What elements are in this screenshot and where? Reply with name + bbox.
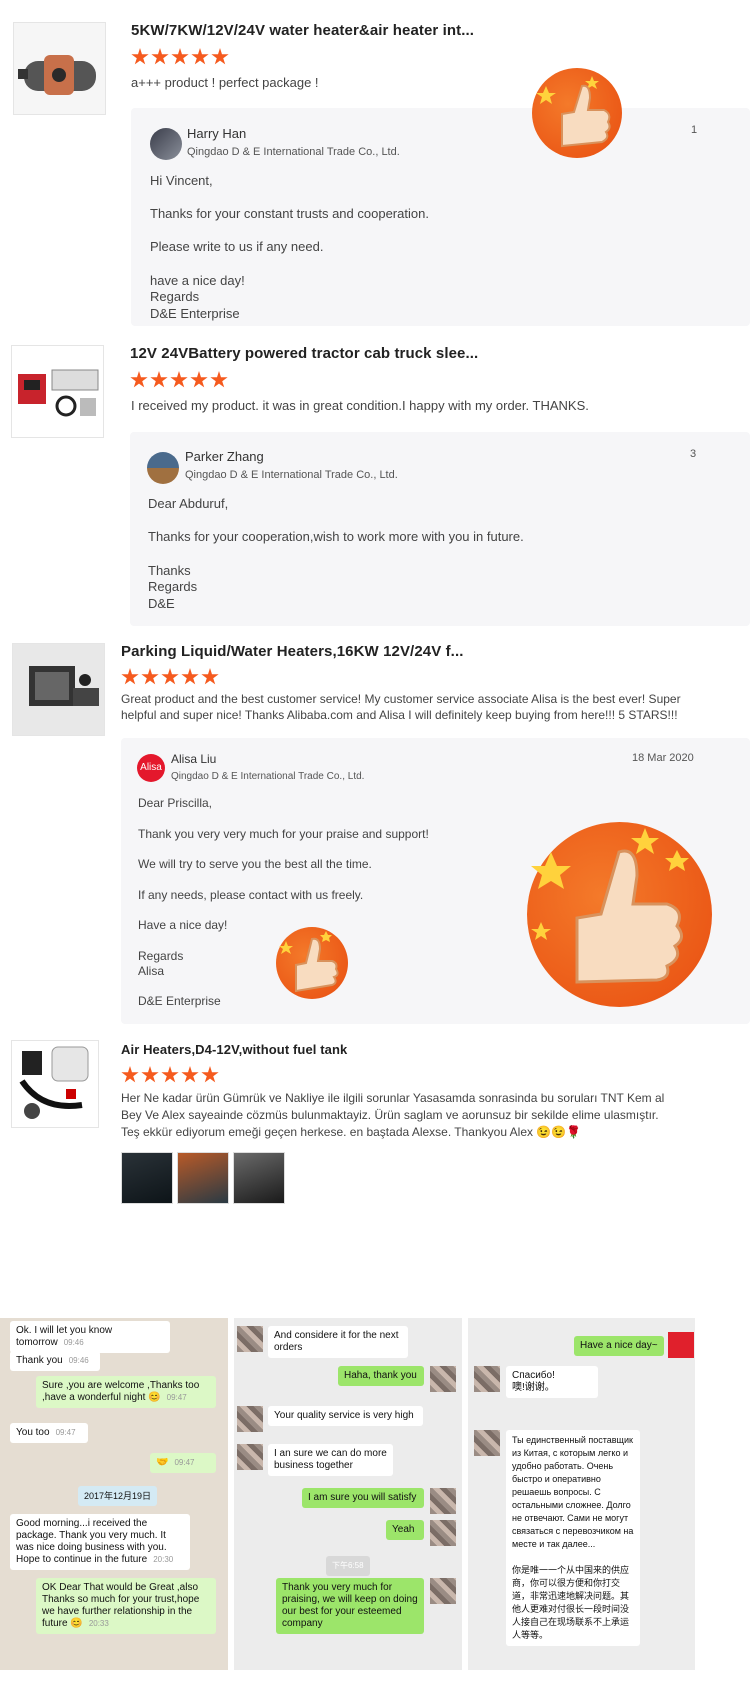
reply-line: Have a nice day!	[138, 918, 228, 932]
reply-line: Regards	[148, 579, 198, 594]
review-text: Great product and the best customer serv…	[121, 692, 681, 722]
chat-message: Haha, thank you	[338, 1366, 424, 1386]
reply-line: Dear Priscilla,	[138, 796, 213, 810]
rating-stars	[121, 668, 219, 686]
review-text: I received my product. it was in great c…	[131, 398, 589, 413]
reply-line: Hi Vincent,	[150, 173, 213, 188]
product-thumbnail[interactable]	[11, 345, 104, 438]
chat-message: Have a nice day~	[574, 1336, 664, 1356]
product-thumbnail[interactable]	[12, 643, 105, 736]
tractor-heater-kit-image	[18, 369, 99, 417]
chat-screenshot-wechat: Have a nice day~ Спасибо! 噢!谢谢。 Ты единст…	[468, 1318, 695, 1670]
rating-stars	[131, 48, 229, 66]
chat-date-divider: 2017年12月19日	[78, 1486, 158, 1506]
avatar	[237, 1444, 263, 1470]
reply-line: If any needs, please contact with us fre…	[138, 888, 364, 902]
review-photo[interactable]	[121, 1152, 173, 1204]
supplier-name: Harry Han	[187, 126, 247, 141]
chat-message: Thank you very much for praising, we wil…	[276, 1578, 424, 1634]
chat-message: I am sure you will satisfy	[302, 1488, 424, 1508]
review-photo[interactable]	[177, 1152, 229, 1204]
supplier-reply: Parker Zhang Qingdao D & E International…	[130, 432, 750, 626]
reply-line: Alisa	[138, 964, 165, 978]
product-title[interactable]: Parking Liquid/Water Heaters,16KW 12V/24…	[121, 643, 463, 660]
reply-line: We will try to serve you the best all th…	[138, 857, 372, 871]
reply-line: Please write to us if any need.	[150, 239, 324, 254]
reply-line: Regards	[150, 289, 200, 304]
thumbs-up-icon	[527, 822, 712, 1007]
reply-line: Thanks for your cooperation,wish to work…	[148, 529, 524, 544]
product-title[interactable]: Air Heaters,D4-12V,without fuel tank	[121, 1042, 347, 1057]
supplier-reply: Harry Han Qingdao D & E International Tr…	[131, 108, 750, 326]
chat-message: Спасибо! 噢!谢谢。	[506, 1366, 598, 1398]
avatar	[430, 1488, 456, 1514]
avatar	[237, 1406, 263, 1432]
chat-message: Yeah	[386, 1520, 424, 1540]
chat-message: You too 09:47	[10, 1423, 88, 1443]
product-title[interactable]: 5KW/7KW/12V/24V water heater&air heater …	[131, 22, 474, 39]
product-title[interactable]: 12V 24VBattery powered tractor cab truck…	[130, 345, 478, 362]
product-thumbnail[interactable]	[13, 22, 106, 115]
supplier-name: Alisa Liu	[171, 752, 217, 766]
avatar	[430, 1366, 456, 1392]
chat-message: Good morning...i received the package. T…	[10, 1514, 190, 1570]
chat-message: Sure ,you are welcome ,Thanks too ,have …	[36, 1376, 216, 1408]
chat-message: OK Dear That would be Great ,also Thanks…	[36, 1578, 216, 1634]
reply-line: D&E Enterprise	[138, 994, 221, 1008]
avatar	[237, 1326, 263, 1352]
chat-message: Ты единственный поставщик из Китая, с ко…	[506, 1430, 640, 1646]
reply-date: 1	[691, 124, 698, 136]
chat-message: I an sure we can do more business togeth…	[268, 1444, 393, 1476]
avatar	[474, 1366, 500, 1392]
supplier-company: Qingdao D & E International Trade Co., L…	[185, 469, 398, 481]
parking-heater-image	[29, 666, 99, 706]
reply-line: Regards	[138, 949, 184, 963]
chat-message: 🤝 09:47	[150, 1453, 216, 1473]
chat-screenshot-2: And considere it for the next orders Hah…	[234, 1318, 462, 1670]
avatar	[474, 1430, 500, 1456]
thumbs-up-icon	[276, 927, 348, 999]
reply-line: Dear Abduruf,	[148, 496, 229, 511]
avatar	[430, 1520, 456, 1546]
reply-date: 3	[690, 448, 697, 460]
chat-screenshot-whatsapp: Ok. I will let you know tomorrow 09:46 Th…	[0, 1318, 228, 1670]
supplier-company: Qingdao D & E International Trade Co., L…	[187, 146, 400, 158]
reply-date: 18 Mar 2020	[632, 752, 694, 764]
review-text: a+++ product ! perfect package !	[131, 75, 319, 90]
reply-line: D&E Enterprise	[150, 306, 240, 321]
avatar	[430, 1578, 456, 1604]
reply-line: Thank you very very much for your praise…	[138, 827, 429, 841]
supplier-company: Qingdao D & E International Trade Co., L…	[171, 771, 365, 782]
chat-message: Ok. I will let you know tomorrow 09:46	[10, 1321, 170, 1353]
avatar	[668, 1332, 694, 1358]
rating-stars	[130, 371, 228, 389]
review-text: Her Ne kadar ürün Gümrük ve Nakliye ile …	[121, 1091, 665, 1139]
reply-line: D&E	[148, 596, 175, 611]
avatar	[150, 128, 182, 160]
product-thumbnail[interactable]	[11, 1040, 99, 1128]
reply-line: Thanks for your constant trusts and coop…	[150, 206, 429, 221]
chat-message: And considere it for the next orders	[268, 1326, 408, 1358]
avatar	[147, 452, 179, 484]
chat-message: Thank you 09:46	[10, 1351, 100, 1371]
reply-line: Thanks	[148, 563, 191, 578]
reply-line: have a nice day!	[150, 273, 245, 288]
alisa-avatar: Alisa	[137, 754, 165, 782]
thumbs-up-icon	[532, 68, 622, 158]
review-photo[interactable]	[233, 1152, 285, 1204]
chat-timestamp: 下午6:58	[326, 1556, 370, 1576]
rating-stars	[121, 1066, 219, 1084]
chat-message: Your quality service is very high	[268, 1406, 423, 1426]
air-heater-kit-image	[19, 1046, 89, 1119]
water-heater-image	[18, 55, 96, 95]
supplier-name: Parker Zhang	[185, 449, 264, 464]
